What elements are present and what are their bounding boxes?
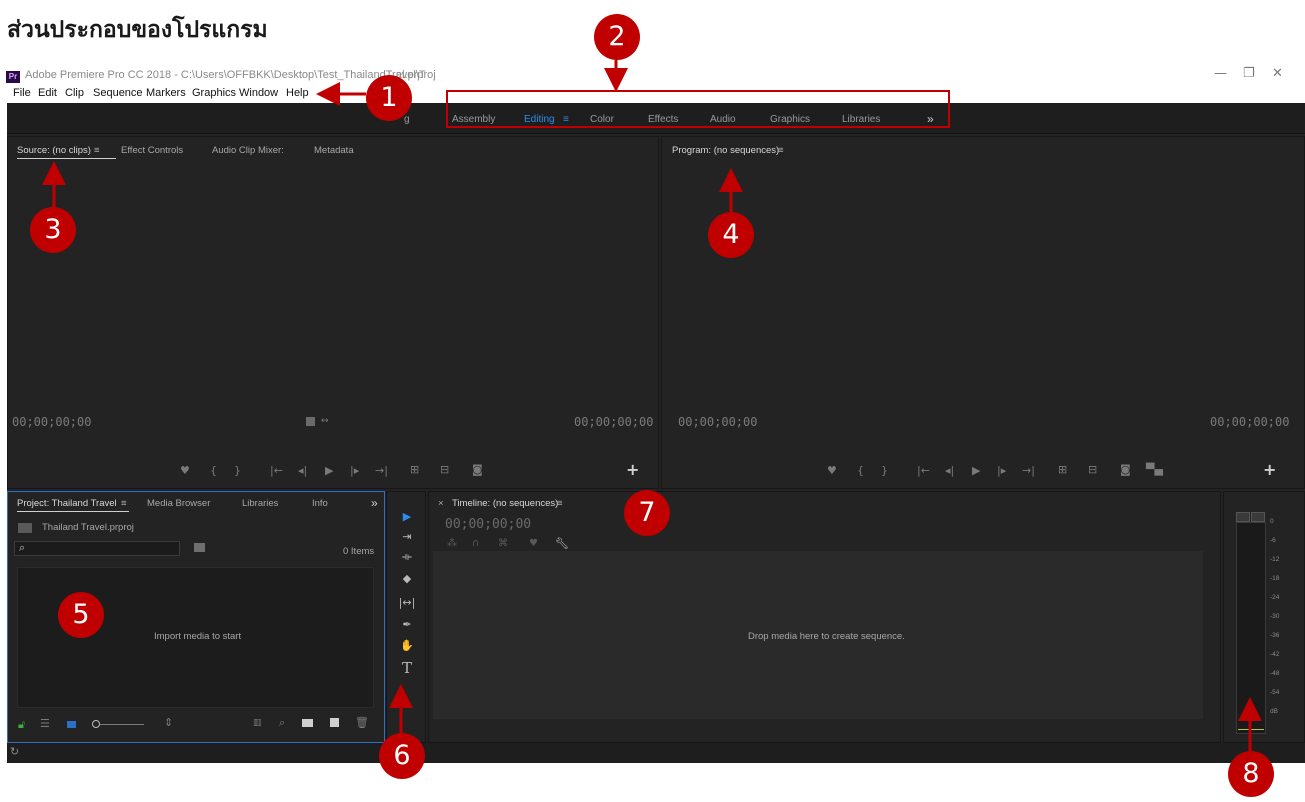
callout-3: 3	[30, 207, 76, 253]
callout-2: 2	[594, 14, 640, 60]
callout-4: 4	[708, 212, 754, 258]
annotation-arrows	[42, 60, 1262, 752]
callout-8: 8	[1228, 751, 1274, 797]
callout-1: 1	[366, 75, 412, 121]
callout-5: 5	[58, 592, 104, 638]
callout-7: 7	[624, 490, 670, 536]
callout-6: 6	[379, 733, 425, 779]
